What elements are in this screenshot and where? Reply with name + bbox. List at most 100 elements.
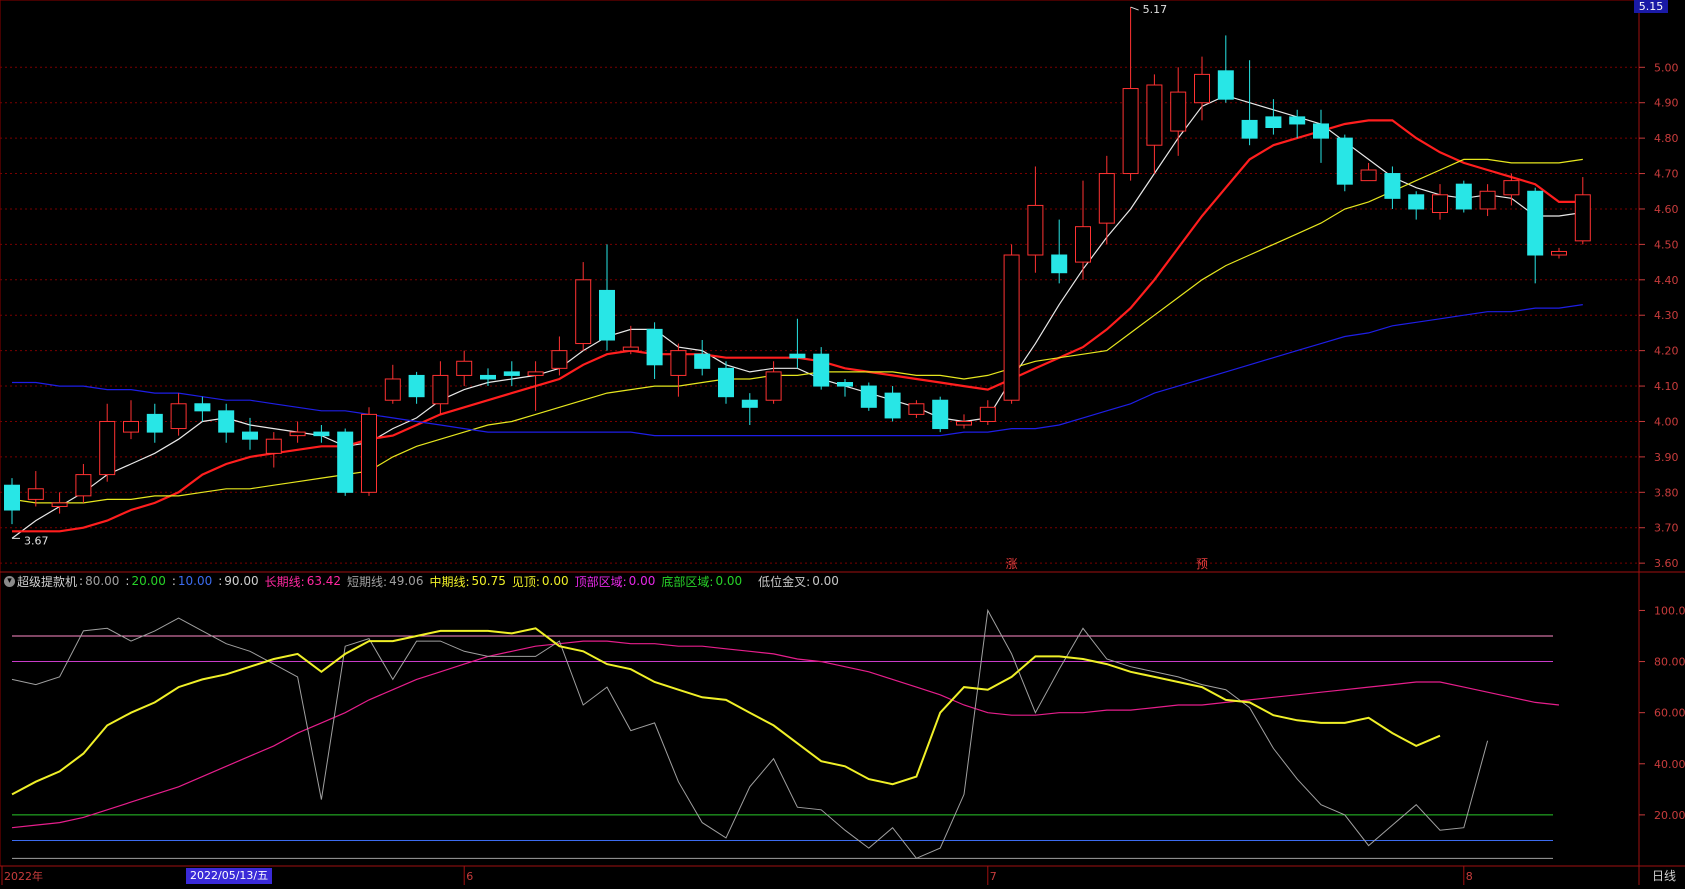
candle-body <box>1503 180 1520 196</box>
top-zone-label: 顶部区域: <box>574 574 627 589</box>
candle-body <box>456 360 473 376</box>
price-tick-label: 4.20 <box>1654 345 1679 358</box>
candle-body <box>51 502 68 507</box>
price-tick-label: 3.70 <box>1654 522 1679 535</box>
candle-body <box>741 399 758 408</box>
candle-body <box>1098 173 1115 224</box>
chart-svg[interactable]: 5.00 4.90 4.80 4.70 4.60 4.50 4.40 4.30 4.20 4.10… <box>0 0 1685 885</box>
candle-body <box>1051 254 1068 274</box>
candle-body <box>1527 190 1544 256</box>
candle-body <box>384 378 401 401</box>
short-line-series <box>11 608 1489 859</box>
level-10-separator: : <box>171 574 176 588</box>
price-tick-label: 3.80 <box>1654 486 1679 499</box>
long-line-label: 长期线: <box>264 574 305 589</box>
price-tick-label: 4.10 <box>1654 380 1679 393</box>
bottom-zone-value: 0.00 <box>715 574 743 588</box>
candle-body <box>956 420 972 426</box>
mid-line-series <box>11 627 1441 796</box>
level-20-value: 20.00 <box>131 574 166 588</box>
candle-body <box>1146 84 1163 146</box>
chart-area[interactable]: 5.00 4.90 4.80 4.70 4.60 4.50 4.40 4.30 4.20 4.10… <box>0 0 1685 885</box>
candle-body <box>599 289 615 341</box>
price-tick-label: 4.80 <box>1654 132 1679 145</box>
candle-body <box>1241 119 1258 139</box>
golden-cross-label: 低位金叉: <box>758 574 811 589</box>
crosshair-date-tag: 2022/05/13/五 <box>186 868 273 884</box>
candle-body <box>289 431 306 437</box>
period-label[interactable]: 日线 <box>1652 867 1676 884</box>
candle-body <box>1265 116 1282 129</box>
mid-line-value: 50.75 <box>471 574 506 588</box>
candle-body <box>170 403 187 430</box>
indicator-tick-label: 40.00 <box>1654 758 1685 771</box>
time-axis-label: 6 <box>466 870 473 883</box>
candle-body <box>337 431 354 493</box>
candle-body <box>361 413 377 493</box>
candle-body <box>1479 190 1496 210</box>
candle-body <box>718 367 734 398</box>
price-tick-label: 4.30 <box>1654 309 1679 322</box>
price-tick-label: 4.00 <box>1654 415 1679 428</box>
candle-body <box>432 374 449 405</box>
candle-body <box>480 374 496 380</box>
time-axis-label: 2022年 <box>4 869 43 883</box>
indicator-tick-label: 80.00 <box>1654 656 1685 669</box>
candle-body <box>1360 169 1377 182</box>
candle-body <box>1432 194 1448 214</box>
candle-body <box>1455 183 1472 210</box>
candle-body <box>1574 194 1591 242</box>
candle-body <box>1289 116 1306 125</box>
candle-body <box>1408 194 1425 210</box>
candle-body <box>1336 137 1353 185</box>
price-tick-label: 5.00 <box>1654 61 1679 74</box>
candle-body <box>123 420 139 433</box>
level-20-separator: : <box>125 574 130 588</box>
price-tick-label: 4.70 <box>1654 168 1679 181</box>
price-tick-label: 3.60 <box>1654 557 1679 570</box>
candle-body <box>813 353 830 387</box>
indicator-separator: : <box>79 574 84 588</box>
current-price-tag: 5.15 <box>1634 0 1668 13</box>
top-value: 0.00 <box>541 574 569 588</box>
short-line-value: 49.06 <box>389 574 424 588</box>
candle-body <box>1384 173 1401 199</box>
candle-body <box>646 328 663 366</box>
top-zone-value: 0.00 <box>628 574 656 588</box>
candle-body <box>1194 73 1210 104</box>
candle-body <box>1313 123 1329 139</box>
candle-body <box>575 279 592 345</box>
candle-body <box>265 438 282 454</box>
candle-body <box>99 420 116 476</box>
price-tick-label: 4.40 <box>1654 274 1679 287</box>
indicator-tick-label: 20.00 <box>1654 809 1685 822</box>
candle-body <box>837 382 853 387</box>
bottom-zone-label: 底部区域: <box>661 574 714 589</box>
indicator-tick-label: 60.00 <box>1654 707 1685 720</box>
candle-body <box>622 346 639 352</box>
candle-body <box>932 399 949 430</box>
candle-body <box>884 392 901 419</box>
candle-body <box>27 488 44 500</box>
candle-body <box>765 371 782 401</box>
candle-body <box>1122 88 1139 175</box>
candle-body <box>789 353 806 359</box>
price-tick-label: 4.90 <box>1654 97 1679 110</box>
candle-body <box>551 350 568 369</box>
candle-body <box>146 413 163 433</box>
time-axis-label: 7 <box>990 870 997 883</box>
indicator-tick-label: 100.0 <box>1654 604 1685 617</box>
candle-body <box>908 403 925 415</box>
candle-body <box>527 371 544 376</box>
low-price-label: 3.67 <box>24 534 49 547</box>
golden-cross-value: 0.00 <box>812 574 839 588</box>
signal-marker: 涨 <box>1006 556 1018 571</box>
candle-body <box>75 474 92 497</box>
price-tick-label: 4.60 <box>1654 203 1679 216</box>
time-axis-label: 8 <box>1466 870 1473 883</box>
level-90-separator: : <box>218 574 223 588</box>
level-80-value: 80.00 <box>85 574 120 588</box>
price-tick-label: 3.90 <box>1654 451 1679 464</box>
top-label: 见顶: <box>511 574 540 589</box>
collapse-icon[interactable]: ▾ <box>4 575 15 587</box>
